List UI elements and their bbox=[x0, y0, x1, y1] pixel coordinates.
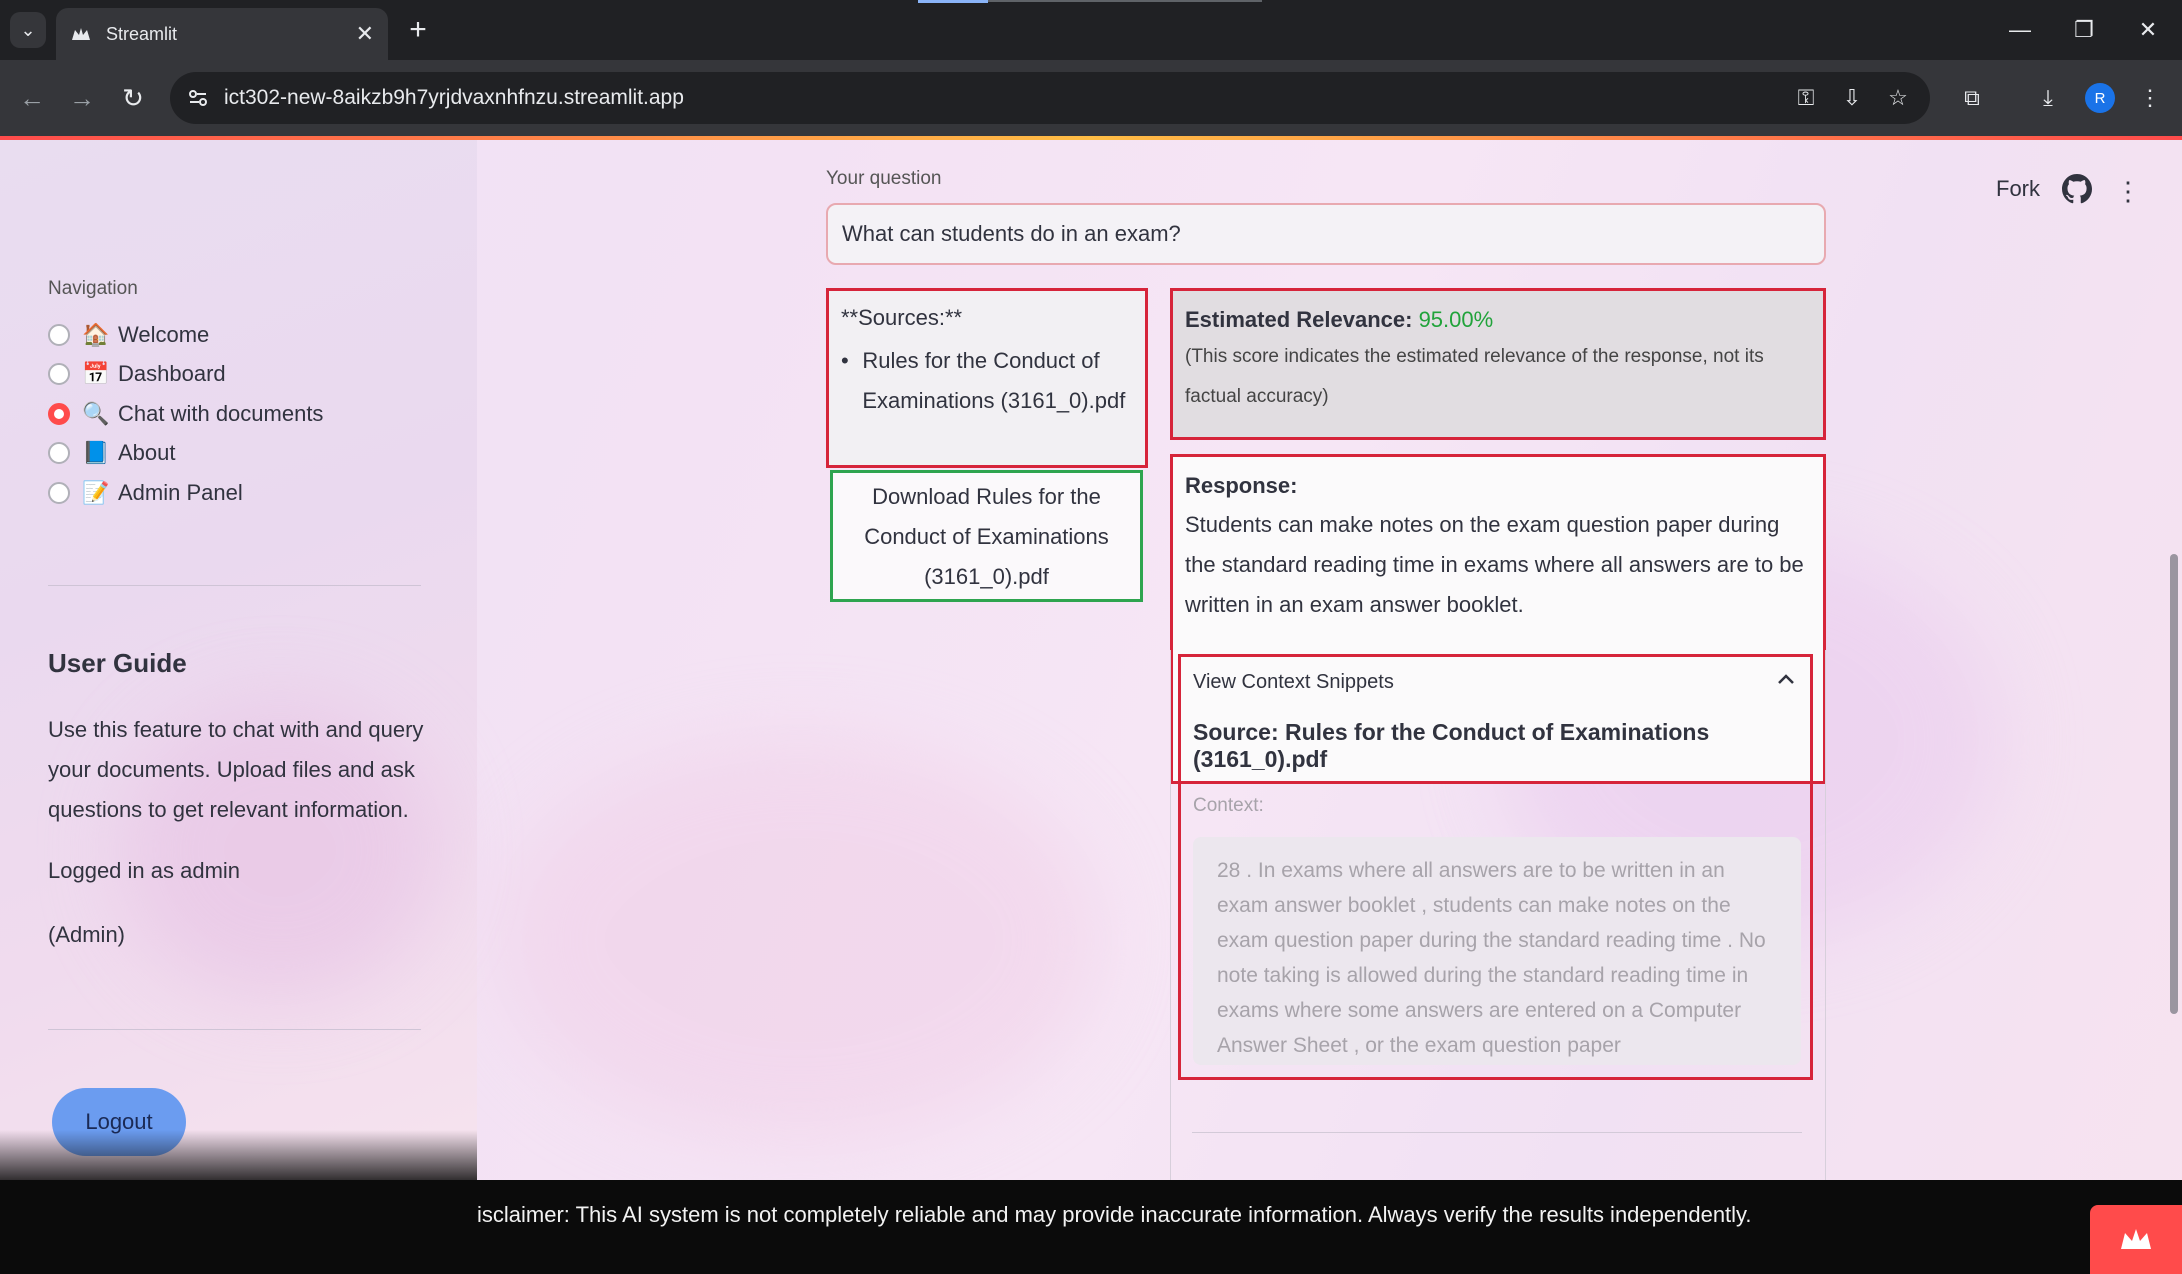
response-text: Students can make notes on the exam ques… bbox=[1185, 512, 1804, 617]
radio-button[interactable] bbox=[48, 363, 70, 385]
new-tab-button[interactable]: + bbox=[400, 12, 436, 48]
calendar-icon: 📅 bbox=[82, 361, 110, 386]
browser-menu-icon[interactable]: ⋮ bbox=[2130, 78, 2170, 118]
radio-button[interactable] bbox=[48, 482, 70, 504]
question-label: Your question bbox=[826, 168, 942, 189]
book-icon: 📘 bbox=[82, 440, 110, 465]
nav-item-welcome[interactable]: 🏠 Welcome bbox=[48, 318, 209, 352]
nav-item-label: Dashboard bbox=[118, 361, 226, 386]
install-app-icon[interactable]: ⇩ bbox=[1836, 84, 1868, 112]
browser-tab[interactable]: Streamlit ✕ bbox=[56, 8, 388, 60]
sidebar-divider bbox=[48, 585, 421, 586]
tab-search-button[interactable]: ⌄ bbox=[10, 12, 46, 48]
relevance-panel: Estimated Relevance: 95.00% (This score … bbox=[1170, 288, 1826, 440]
url-text: ict302-new-8aikzb9h7yrjdvaxnhfnzu.stream… bbox=[224, 86, 684, 109]
expander-title[interactable]: View Context Snippets bbox=[1193, 671, 1394, 694]
forward-arrow-icon[interactable]: → bbox=[62, 78, 102, 118]
address-bar[interactable]: ict302-new-8aikzb9h7yrjdvaxnhfnzu.stream… bbox=[170, 72, 1930, 124]
user-guide-title: User Guide bbox=[48, 648, 187, 678]
site-settings-icon[interactable] bbox=[184, 84, 212, 112]
disclaimer-text: isclaimer: This AI system is not complet… bbox=[477, 1202, 1752, 1227]
nav-item-admin-panel[interactable]: 📝 Admin Panel bbox=[48, 476, 243, 510]
magnifier-icon: 🔍 bbox=[82, 401, 110, 426]
nav-item-chat-with-documents[interactable]: 🔍 Chat with documents bbox=[48, 397, 323, 431]
user-role-text: (Admin) bbox=[48, 922, 126, 947]
question-input[interactable] bbox=[826, 203, 1826, 265]
crown-icon bbox=[2121, 1228, 2151, 1249]
context-textarea[interactable]: 28 . In exams where all answers are to b… bbox=[1193, 837, 1801, 1065]
relevance-note: (This score indicates the estimated rele… bbox=[1185, 346, 1764, 407]
sources-heading: **Sources:** bbox=[841, 305, 963, 330]
close-tab-icon[interactable]: ✕ bbox=[356, 21, 374, 47]
streamlit-favicon-icon bbox=[70, 23, 92, 45]
memo-icon: 📝 bbox=[82, 480, 110, 505]
nav-item-label: Welcome bbox=[118, 322, 210, 347]
extensions-icon[interactable]: ⧉ bbox=[1952, 78, 1992, 118]
context-snippets-expander: View Context Snippets Source: Rules for … bbox=[1178, 654, 1813, 1080]
background-blob bbox=[500, 740, 1100, 1140]
content-divider bbox=[1192, 1132, 1802, 1133]
tab-title: Streamlit bbox=[106, 23, 178, 44]
user-guide-text: Use this feature to chat with and query … bbox=[48, 717, 424, 822]
bullet-icon: • bbox=[841, 348, 849, 373]
tab-indicator-track bbox=[988, 0, 1262, 2]
radio-button[interactable] bbox=[48, 324, 70, 346]
browser-tabbar: ⌄ Streamlit ✕ + — ❐ ✕ bbox=[0, 0, 2182, 60]
source-name: Rules for the Conduct of Examinations (3… bbox=[862, 348, 1126, 413]
page-scrollbar[interactable] bbox=[2170, 554, 2178, 1014]
reload-icon[interactable]: ↻ bbox=[113, 78, 153, 118]
sources-panel: **Sources:** • Rules for the Conduct of … bbox=[826, 288, 1148, 468]
relevance-label: Estimated Relevance: bbox=[1185, 307, 1413, 332]
profile-avatar[interactable]: R bbox=[2085, 83, 2115, 113]
star-icon[interactable]: ☆ bbox=[1882, 84, 1914, 112]
response-heading: Response: bbox=[1185, 473, 1298, 498]
fork-button[interactable]: Fork bbox=[1996, 176, 2040, 202]
nav-item-dashboard[interactable]: 📅 Dashboard bbox=[48, 357, 226, 391]
context-label: Context: bbox=[1193, 795, 1264, 816]
context-source: Source: Rules for the Conduct of Examina… bbox=[1193, 719, 1710, 772]
close-window-icon[interactable]: ✕ bbox=[2118, 10, 2178, 50]
nav-item-label: Admin Panel bbox=[118, 480, 243, 505]
chevron-up-icon[interactable] bbox=[1774, 667, 1798, 691]
sidebar-divider bbox=[48, 1029, 421, 1030]
download-pdf-button[interactable]: Download Rules for the Conduct of Examin… bbox=[830, 470, 1143, 602]
source-list-item: • Rules for the Conduct of Examinations … bbox=[841, 341, 1133, 421]
sidebar: Navigation 🏠 Welcome 📅 Dashboard 🔍 Chat … bbox=[0, 140, 477, 1180]
minimize-icon[interactable]: — bbox=[1990, 10, 2050, 50]
app-viewport: Navigation 🏠 Welcome 📅 Dashboard 🔍 Chat … bbox=[0, 140, 2182, 1274]
back-arrow-icon[interactable]: ← bbox=[12, 78, 52, 118]
house-icon: 🏠 bbox=[82, 322, 110, 347]
key-icon[interactable]: ⚿ bbox=[1790, 84, 1822, 112]
chevron-down-icon: ⌄ bbox=[20, 19, 36, 40]
streamlit-badge[interactable] bbox=[2090, 1205, 2182, 1274]
nav-item-label: Chat with documents bbox=[118, 401, 324, 426]
restore-icon[interactable]: ❐ bbox=[2054, 10, 2114, 50]
download-icon[interactable]: ⤓ bbox=[2028, 78, 2068, 118]
nav-item-label: About bbox=[118, 440, 176, 465]
browser-toolbar: ← → ↻ ict302-new-8aikzb9h7yrjdvaxnhfnzu.… bbox=[0, 60, 2182, 136]
relevance-value: 95.00% bbox=[1418, 307, 1494, 332]
nav-item-about[interactable]: 📘 About bbox=[48, 436, 176, 470]
radio-button-selected[interactable] bbox=[48, 403, 70, 425]
logged-in-text: Logged in as admin bbox=[48, 858, 241, 883]
app-menu-icon[interactable]: ⋮ bbox=[2115, 176, 2141, 206]
github-icon[interactable] bbox=[2062, 174, 2092, 204]
tab-indicator bbox=[918, 0, 988, 3]
nav-heading: Navigation bbox=[48, 278, 138, 299]
radio-button[interactable] bbox=[48, 442, 70, 464]
